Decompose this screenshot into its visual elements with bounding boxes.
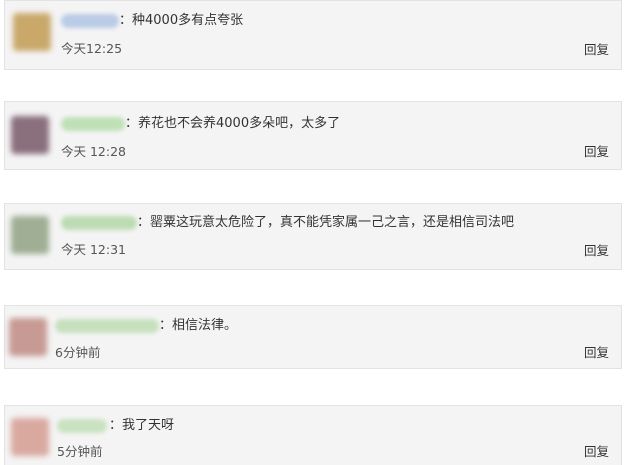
comment-time: 今天 12:31: [61, 242, 126, 257]
comment-card: ：罂粟这玩意太危险了，真不能凭家属一己之言，还是相信司法吧 今天 12:31 回…: [4, 203, 622, 270]
comment-text: ：罂粟这玩意太危险了，真不能凭家属一己之言，还是相信司法吧: [137, 215, 515, 230]
comment-text: ：相信法律。: [159, 318, 238, 333]
reply-button[interactable]: 回复: [584, 144, 609, 160]
comment-time: 6分钟前: [55, 345, 101, 360]
avatar[interactable]: [11, 116, 49, 154]
comment-card: ：我了天呀 5分钟前 回复: [4, 405, 622, 465]
avatar[interactable]: [13, 13, 51, 51]
reply-button[interactable]: 回复: [584, 42, 609, 58]
username-blurred[interactable]: [61, 117, 125, 131]
avatar[interactable]: [9, 318, 47, 356]
username-blurred[interactable]: [57, 419, 107, 433]
comment-time: 今天 12:28: [61, 144, 126, 159]
avatar[interactable]: [11, 418, 49, 456]
reply-button[interactable]: 回复: [584, 243, 609, 259]
comment-text: ：我了天呀: [109, 418, 175, 433]
username-blurred[interactable]: [55, 319, 159, 333]
reply-button[interactable]: 回复: [584, 345, 609, 361]
comment-text: ：种4000多有点夸张: [119, 13, 244, 28]
comment-time: 今天12:25: [61, 41, 123, 56]
comment-text: ：养花也不会养4000多朵吧，太多了: [125, 116, 341, 131]
avatar[interactable]: [11, 216, 49, 254]
reply-button[interactable]: 回复: [584, 444, 609, 460]
username-blurred[interactable]: [61, 14, 119, 28]
comment-card: ：种4000多有点夸张 今天12:25 回复: [4, 0, 622, 70]
comment-card: ：养花也不会养4000多朵吧，太多了 今天 12:28 回复: [4, 101, 622, 170]
username-blurred[interactable]: [61, 216, 137, 230]
comment-card: ：相信法律。 6分钟前 回复: [4, 305, 622, 369]
comment-time: 5分钟前: [57, 444, 103, 459]
